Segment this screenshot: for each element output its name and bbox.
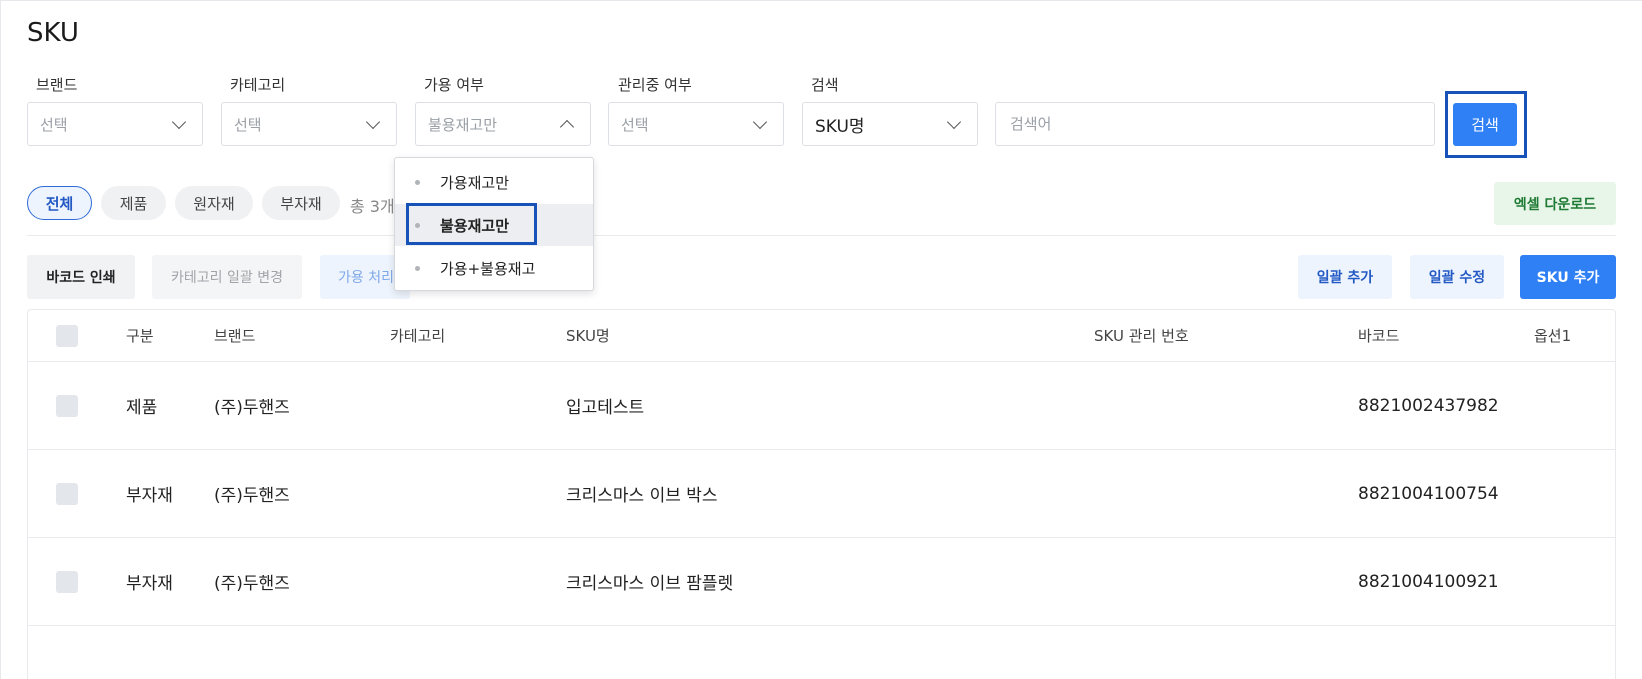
row-brand: (주)두핸즈 xyxy=(214,398,290,418)
dropdown-option-label: 가용+불용재고 xyxy=(440,259,536,278)
chip-all[interactable]: 전체 xyxy=(27,186,92,220)
search-type-value: SKU명 xyxy=(815,116,865,137)
chevron-down-icon xyxy=(946,114,962,129)
chevron-down-icon xyxy=(752,114,768,129)
row-type: 부자재 xyxy=(126,486,173,506)
select-all-checkbox[interactable] xyxy=(56,324,78,347)
row-sku-name: 크리스마스 이브 팜플렛 xyxy=(566,574,734,594)
header-category: 카테고리 xyxy=(390,327,446,345)
row-sku-name: 크리스마스 이브 박스 xyxy=(566,486,718,506)
bulk-add-button[interactable]: 일괄 추가 xyxy=(1298,255,1392,299)
divider xyxy=(27,235,1616,236)
table-row[interactable]: 부자재 (주)두핸즈 크리스마스 이브 팜플렛 8821004100921 xyxy=(28,538,1615,626)
row-barcode: 8821002437982 xyxy=(1358,395,1499,416)
row-sku-name: 입고테스트 xyxy=(566,398,645,418)
dropdown-option-label: 가용재고만 xyxy=(440,173,510,192)
brand-select-value: 선택 xyxy=(40,115,68,134)
row-type: 제품 xyxy=(126,398,158,418)
search-filter-label: 검색 xyxy=(811,76,839,94)
managed-filter-label: 관리중 여부 xyxy=(618,76,692,94)
page-title: SKU xyxy=(27,18,79,48)
brand-select[interactable]: 선택 xyxy=(27,102,203,146)
category-select[interactable]: 선택 xyxy=(221,102,397,146)
availability-select-value: 불용재고만 xyxy=(428,115,498,134)
header-sku-name: SKU명 xyxy=(566,327,610,345)
availability-filter-label: 가용 여부 xyxy=(424,76,484,94)
row-checkbox[interactable] xyxy=(56,394,78,417)
header-option1: 옵션1 xyxy=(1534,327,1572,345)
row-checkbox-cell xyxy=(56,538,78,625)
row-type: 부자재 xyxy=(126,574,173,594)
search-type-select[interactable]: SKU명 xyxy=(802,102,978,146)
row-barcode: 8821004100754 xyxy=(1358,483,1499,504)
header-barcode: 바코드 xyxy=(1358,327,1400,345)
total-count: 총 3개 xyxy=(350,197,395,216)
search-input[interactable] xyxy=(995,102,1435,146)
chevron-down-icon xyxy=(365,114,381,129)
bulk-edit-button[interactable]: 일괄 수정 xyxy=(1410,255,1504,299)
row-checkbox[interactable] xyxy=(56,570,78,593)
barcode-print-button[interactable]: 바코드 인쇄 xyxy=(27,255,135,299)
chevron-up-icon xyxy=(559,119,575,134)
header-brand: 브랜드 xyxy=(214,327,256,345)
managed-select[interactable]: 선택 xyxy=(608,102,784,146)
row-barcode: 8821004100921 xyxy=(1358,571,1499,592)
brand-filter-label: 브랜드 xyxy=(36,76,78,94)
row-checkbox[interactable] xyxy=(56,482,78,505)
category-bulk-change-button[interactable]: 카테고리 일괄 변경 xyxy=(152,255,302,299)
row-brand: (주)두핸즈 xyxy=(214,486,290,506)
sku-add-button[interactable]: SKU 추가 xyxy=(1520,255,1616,299)
dropdown-option-all-stock[interactable]: 가용+불용재고 xyxy=(395,247,593,289)
table-row[interactable]: 부자재 (주)두핸즈 크리스마스 이브 박스 8821004100754 xyxy=(28,450,1615,538)
sku-table: 구분 브랜드 카테고리 SKU명 SKU 관리 번호 바코드 옵션1 제품 (주… xyxy=(27,309,1616,679)
row-checkbox-cell xyxy=(56,362,78,449)
row-brand: (주)두핸즈 xyxy=(214,574,290,594)
category-select-value: 선택 xyxy=(234,115,262,134)
select-all-cell xyxy=(56,310,78,361)
table-header-row: 구분 브랜드 카테고리 SKU명 SKU 관리 번호 바코드 옵션1 xyxy=(28,310,1615,362)
category-filter-label: 카테고리 xyxy=(230,76,286,94)
row-checkbox-cell xyxy=(56,450,78,537)
dropdown-option-available-only[interactable]: 가용재고만 xyxy=(395,161,593,203)
chip-sub-material[interactable]: 부자재 xyxy=(262,186,340,220)
chip-product[interactable]: 제품 xyxy=(101,186,166,220)
dropdown-selection-highlight xyxy=(406,203,537,245)
header-type: 구분 xyxy=(126,327,154,345)
excel-download-button[interactable]: 엑셀 다운로드 xyxy=(1494,182,1616,225)
availability-select[interactable]: 불용재고만 xyxy=(415,102,591,146)
header-sku-code: SKU 관리 번호 xyxy=(1094,327,1189,345)
chip-raw-material[interactable]: 원자재 xyxy=(175,186,253,220)
bullet-icon xyxy=(415,265,420,271)
managed-select-value: 선택 xyxy=(621,115,649,134)
table-row[interactable]: 제품 (주)두핸즈 입고테스트 8821002437982 xyxy=(28,362,1615,450)
chevron-down-icon xyxy=(171,114,187,129)
search-button[interactable]: 검색 xyxy=(1453,103,1517,146)
bullet-icon xyxy=(415,179,420,185)
